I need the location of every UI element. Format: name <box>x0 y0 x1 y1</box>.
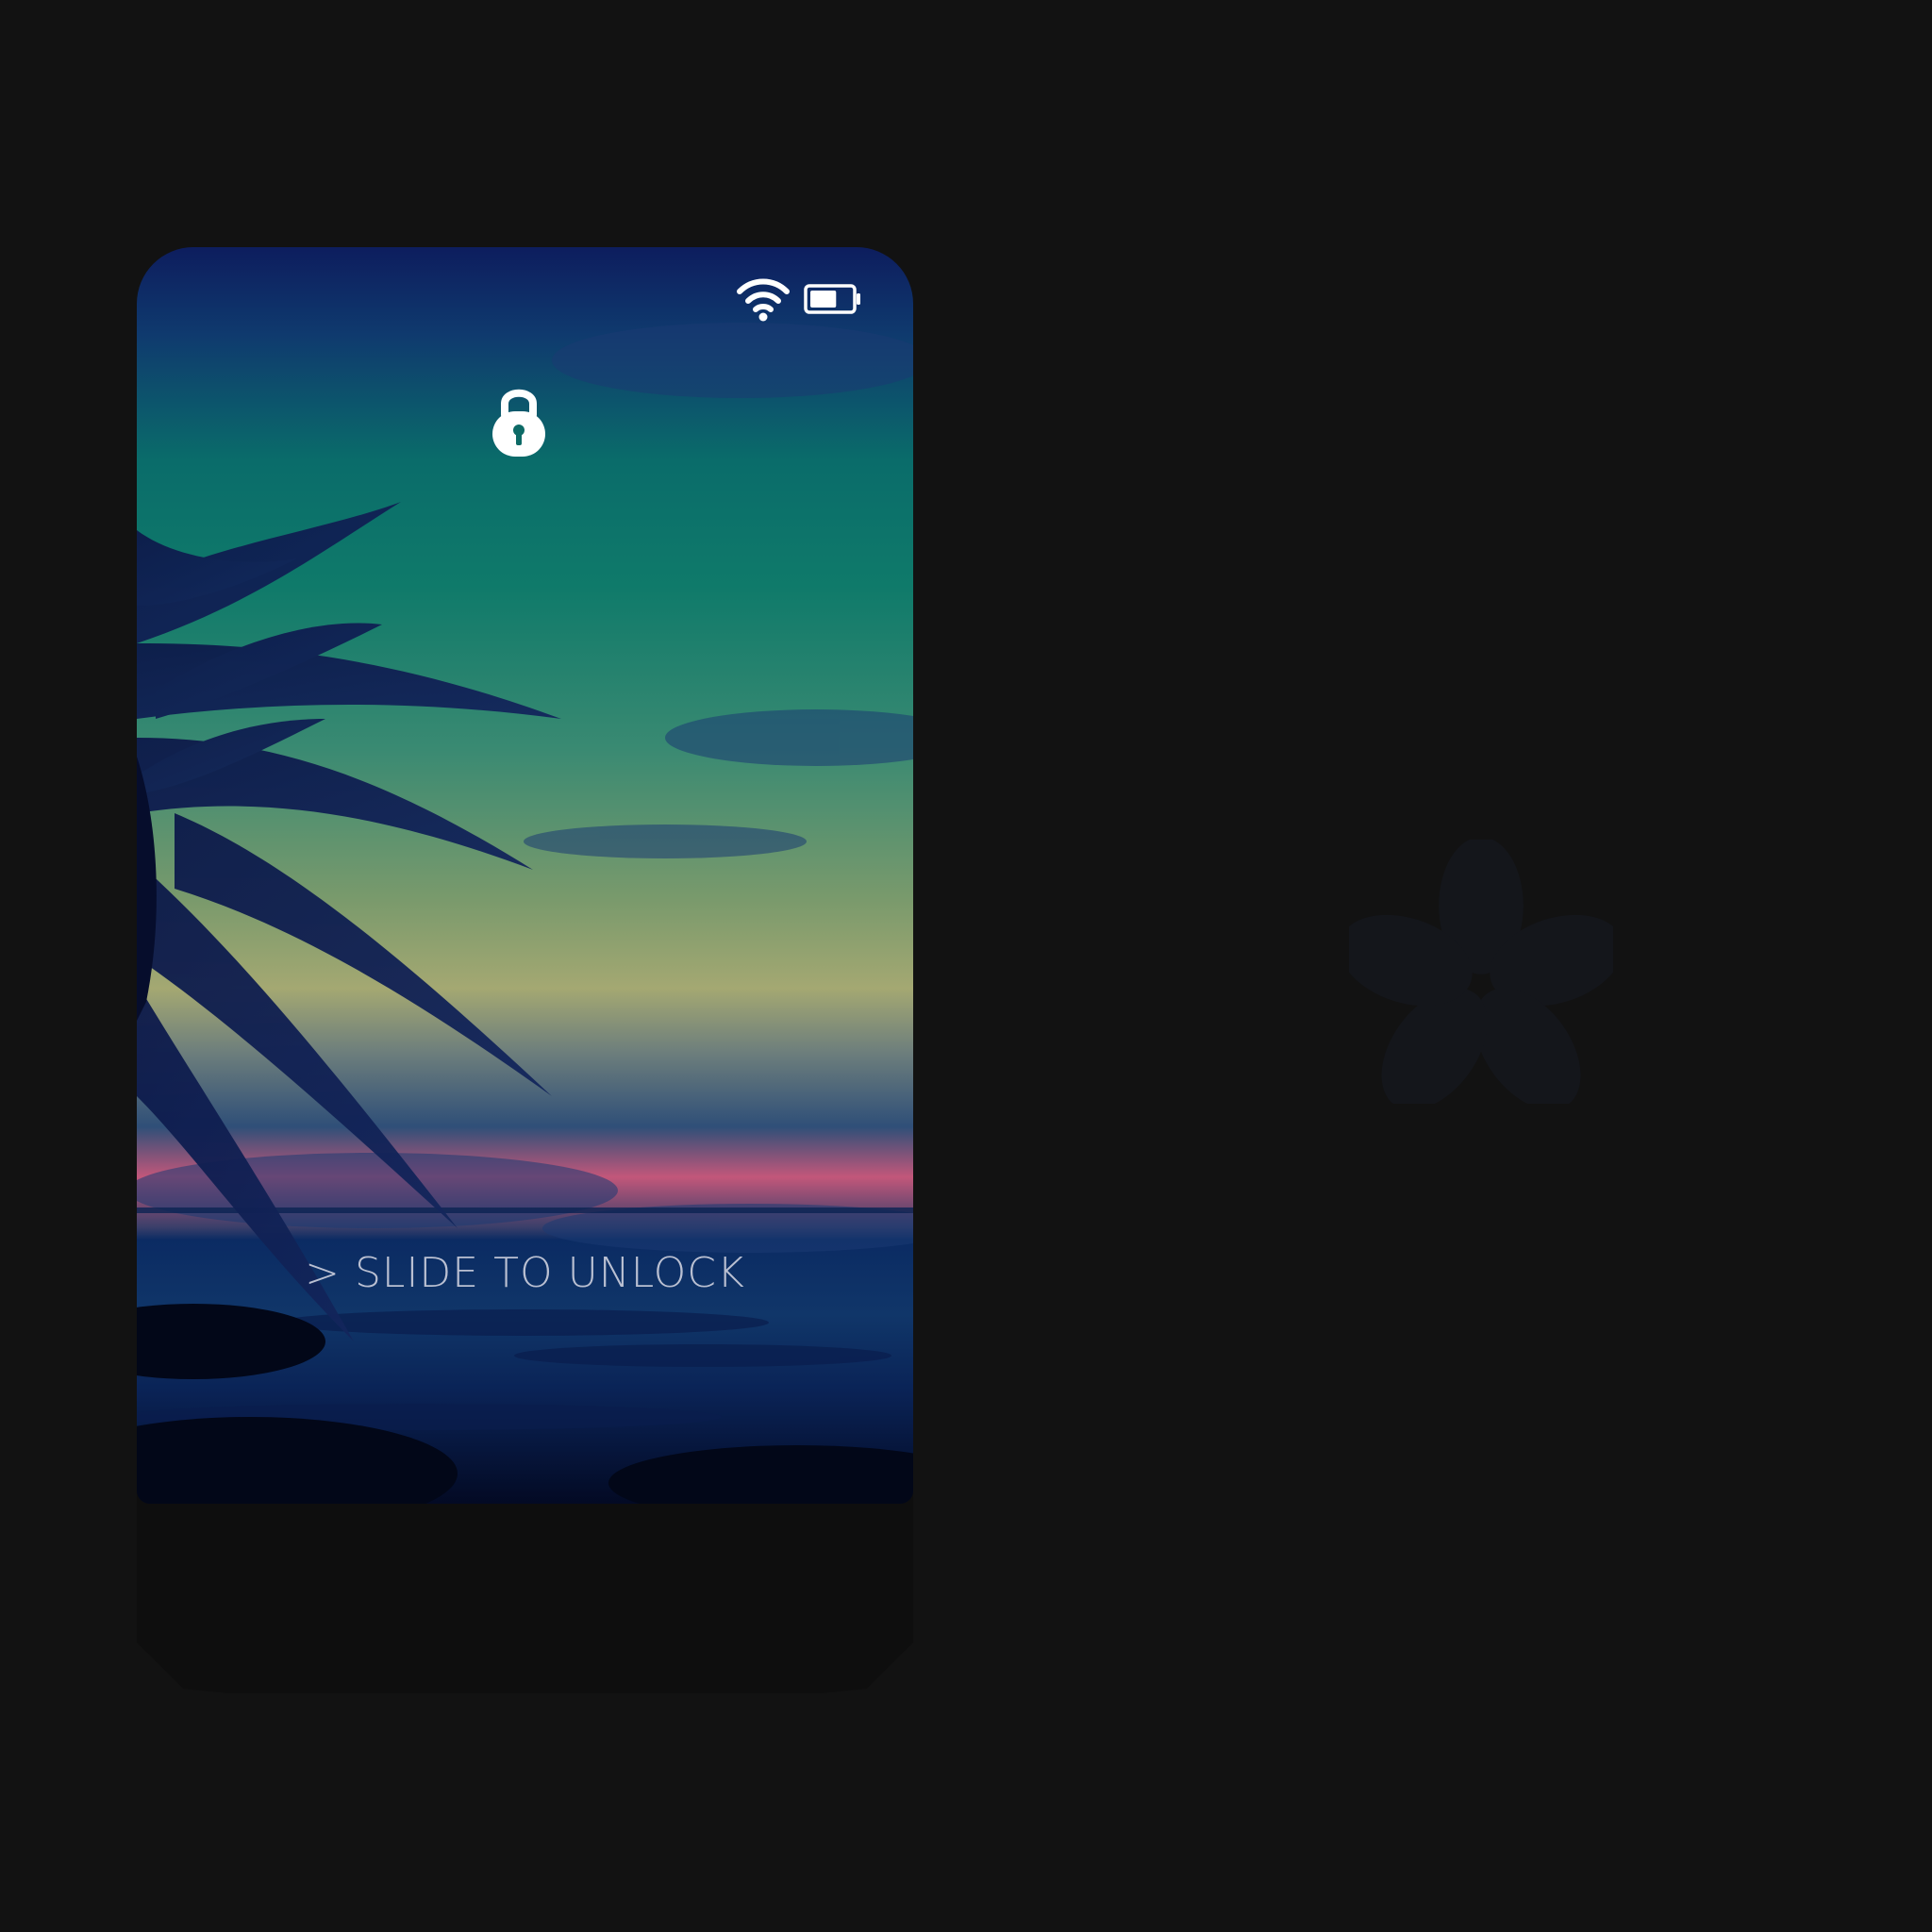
battery-level <box>810 291 837 308</box>
lock-icon <box>492 389 545 457</box>
lock-screen[interactable]: > SLIDE TO UNLOCK <box>137 247 913 1504</box>
battery-icon <box>804 284 860 314</box>
status-bar <box>736 275 862 323</box>
flower-icon <box>1349 840 1613 1104</box>
slide-to-unlock-prompt[interactable]: > SLIDE TO UNLOCK <box>137 1249 913 1297</box>
wifi-icon <box>737 278 790 322</box>
